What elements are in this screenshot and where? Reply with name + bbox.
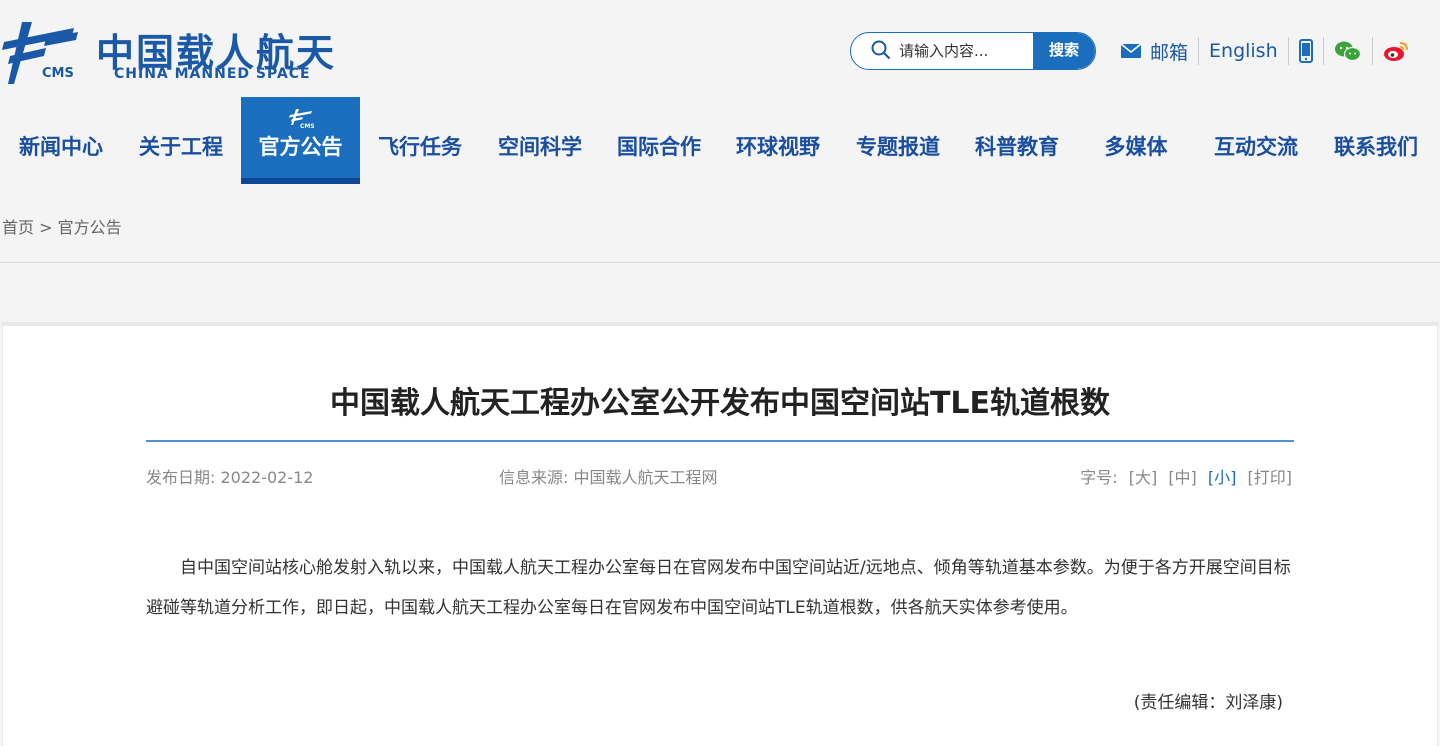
cms-logo-icon: CMS [288,109,314,129]
divider [1322,37,1324,65]
weibo-icon [1383,42,1408,61]
wechat-link[interactable] [1334,40,1362,62]
search-input[interactable] [897,37,1035,65]
search-box: 搜索 [850,32,1096,70]
site-header: 中国载人航天 CMS CHINA MANNED SPACE 搜索 邮箱 Engl… [0,0,1440,263]
responsible-editor: (责任编辑：刘泽康) [1133,693,1283,713]
nav-item-about[interactable]: 关于工程 [122,97,240,184]
nav-item-space-science[interactable]: 空间科学 [480,97,600,184]
nav-item-contact[interactable]: 联系我们 [1316,97,1436,184]
search-button[interactable]: 搜索 [1033,33,1095,69]
mail-label: 邮箱 [1150,41,1189,64]
nav-item-special-reports[interactable]: 专题报道 [838,97,958,184]
font-size-label: 字号: [1080,468,1118,487]
divider [1198,37,1200,65]
mobile-link[interactable] [1298,39,1313,63]
font-size-large-button[interactable]: [大] [1129,468,1158,487]
english-link[interactable]: English [1209,40,1278,62]
nav-item-missions[interactable]: 飞行任务 [360,97,480,184]
nav-item-science-education[interactable]: 科普教育 [958,97,1076,184]
wechat-icon [1334,41,1361,62]
info-source: 信息来源: 中国载人航天工程网 [499,468,718,487]
font-size-small-button[interactable]: [小] [1208,468,1237,487]
nav-item-global-view[interactable]: 环球视野 [718,97,838,184]
mail-icon [1120,43,1142,58]
nav-item-announcements[interactable]: CMS 官方公告 [241,97,360,184]
mail-link[interactable]: 邮箱 [1120,38,1188,65]
article-body: 自中国空间站核心舱发射入轨以来，中国载人航天工程办公室每日在官网发布中国空间站近… [146,558,1291,618]
divider [1287,37,1289,65]
font-size-controls: 字号: [大] [中] [小] [打印] [1080,464,1292,488]
article-title: 中国载人航天工程办公室公开发布中国空间站TLE轨道根数 [329,386,1111,421]
svg-text:CMS: CMS [300,123,314,129]
nav-item-interaction[interactable]: 互动交流 [1196,97,1316,184]
logo-title-en: CHINA MANNED SPACE [114,66,311,82]
publish-date: 发布日期: 2022-02-12 [146,468,314,487]
site-logo[interactable]: 中国载人航天 CMS CHINA MANNED SPACE [0,18,334,90]
search-icon [871,40,891,60]
main-nav: 新闻中心 关于工程 CMS 官方公告 飞行任务 空间科学 国际合作 环球视野 专… [0,97,1440,184]
title-divider [146,440,1294,442]
article-panel: 中国载人航天工程办公室公开发布中国空间站TLE轨道根数 发布日期: 2022-0… [2,322,1438,746]
breadcrumb-current[interactable]: 官方公告 [58,218,122,237]
breadcrumb-home[interactable]: 首页 [2,218,34,237]
nav-item-news[interactable]: 新闻中心 [0,97,122,184]
top-links: 邮箱 English [1120,36,1409,66]
breadcrumb-separator: > [39,218,53,237]
nav-item-label: 官方公告 [258,135,343,159]
print-button[interactable]: [打印] [1248,468,1293,487]
font-size-medium-button[interactable]: [中] [1168,468,1197,487]
nav-item-multimedia[interactable]: 多媒体 [1076,97,1196,184]
logo-abbr: CMS [42,66,74,81]
weibo-link[interactable] [1383,40,1409,62]
mobile-icon [1298,39,1313,63]
breadcrumb: 首页 > 官方公告 [2,214,122,238]
nav-item-international[interactable]: 国际合作 [600,97,718,184]
divider [1371,37,1373,65]
